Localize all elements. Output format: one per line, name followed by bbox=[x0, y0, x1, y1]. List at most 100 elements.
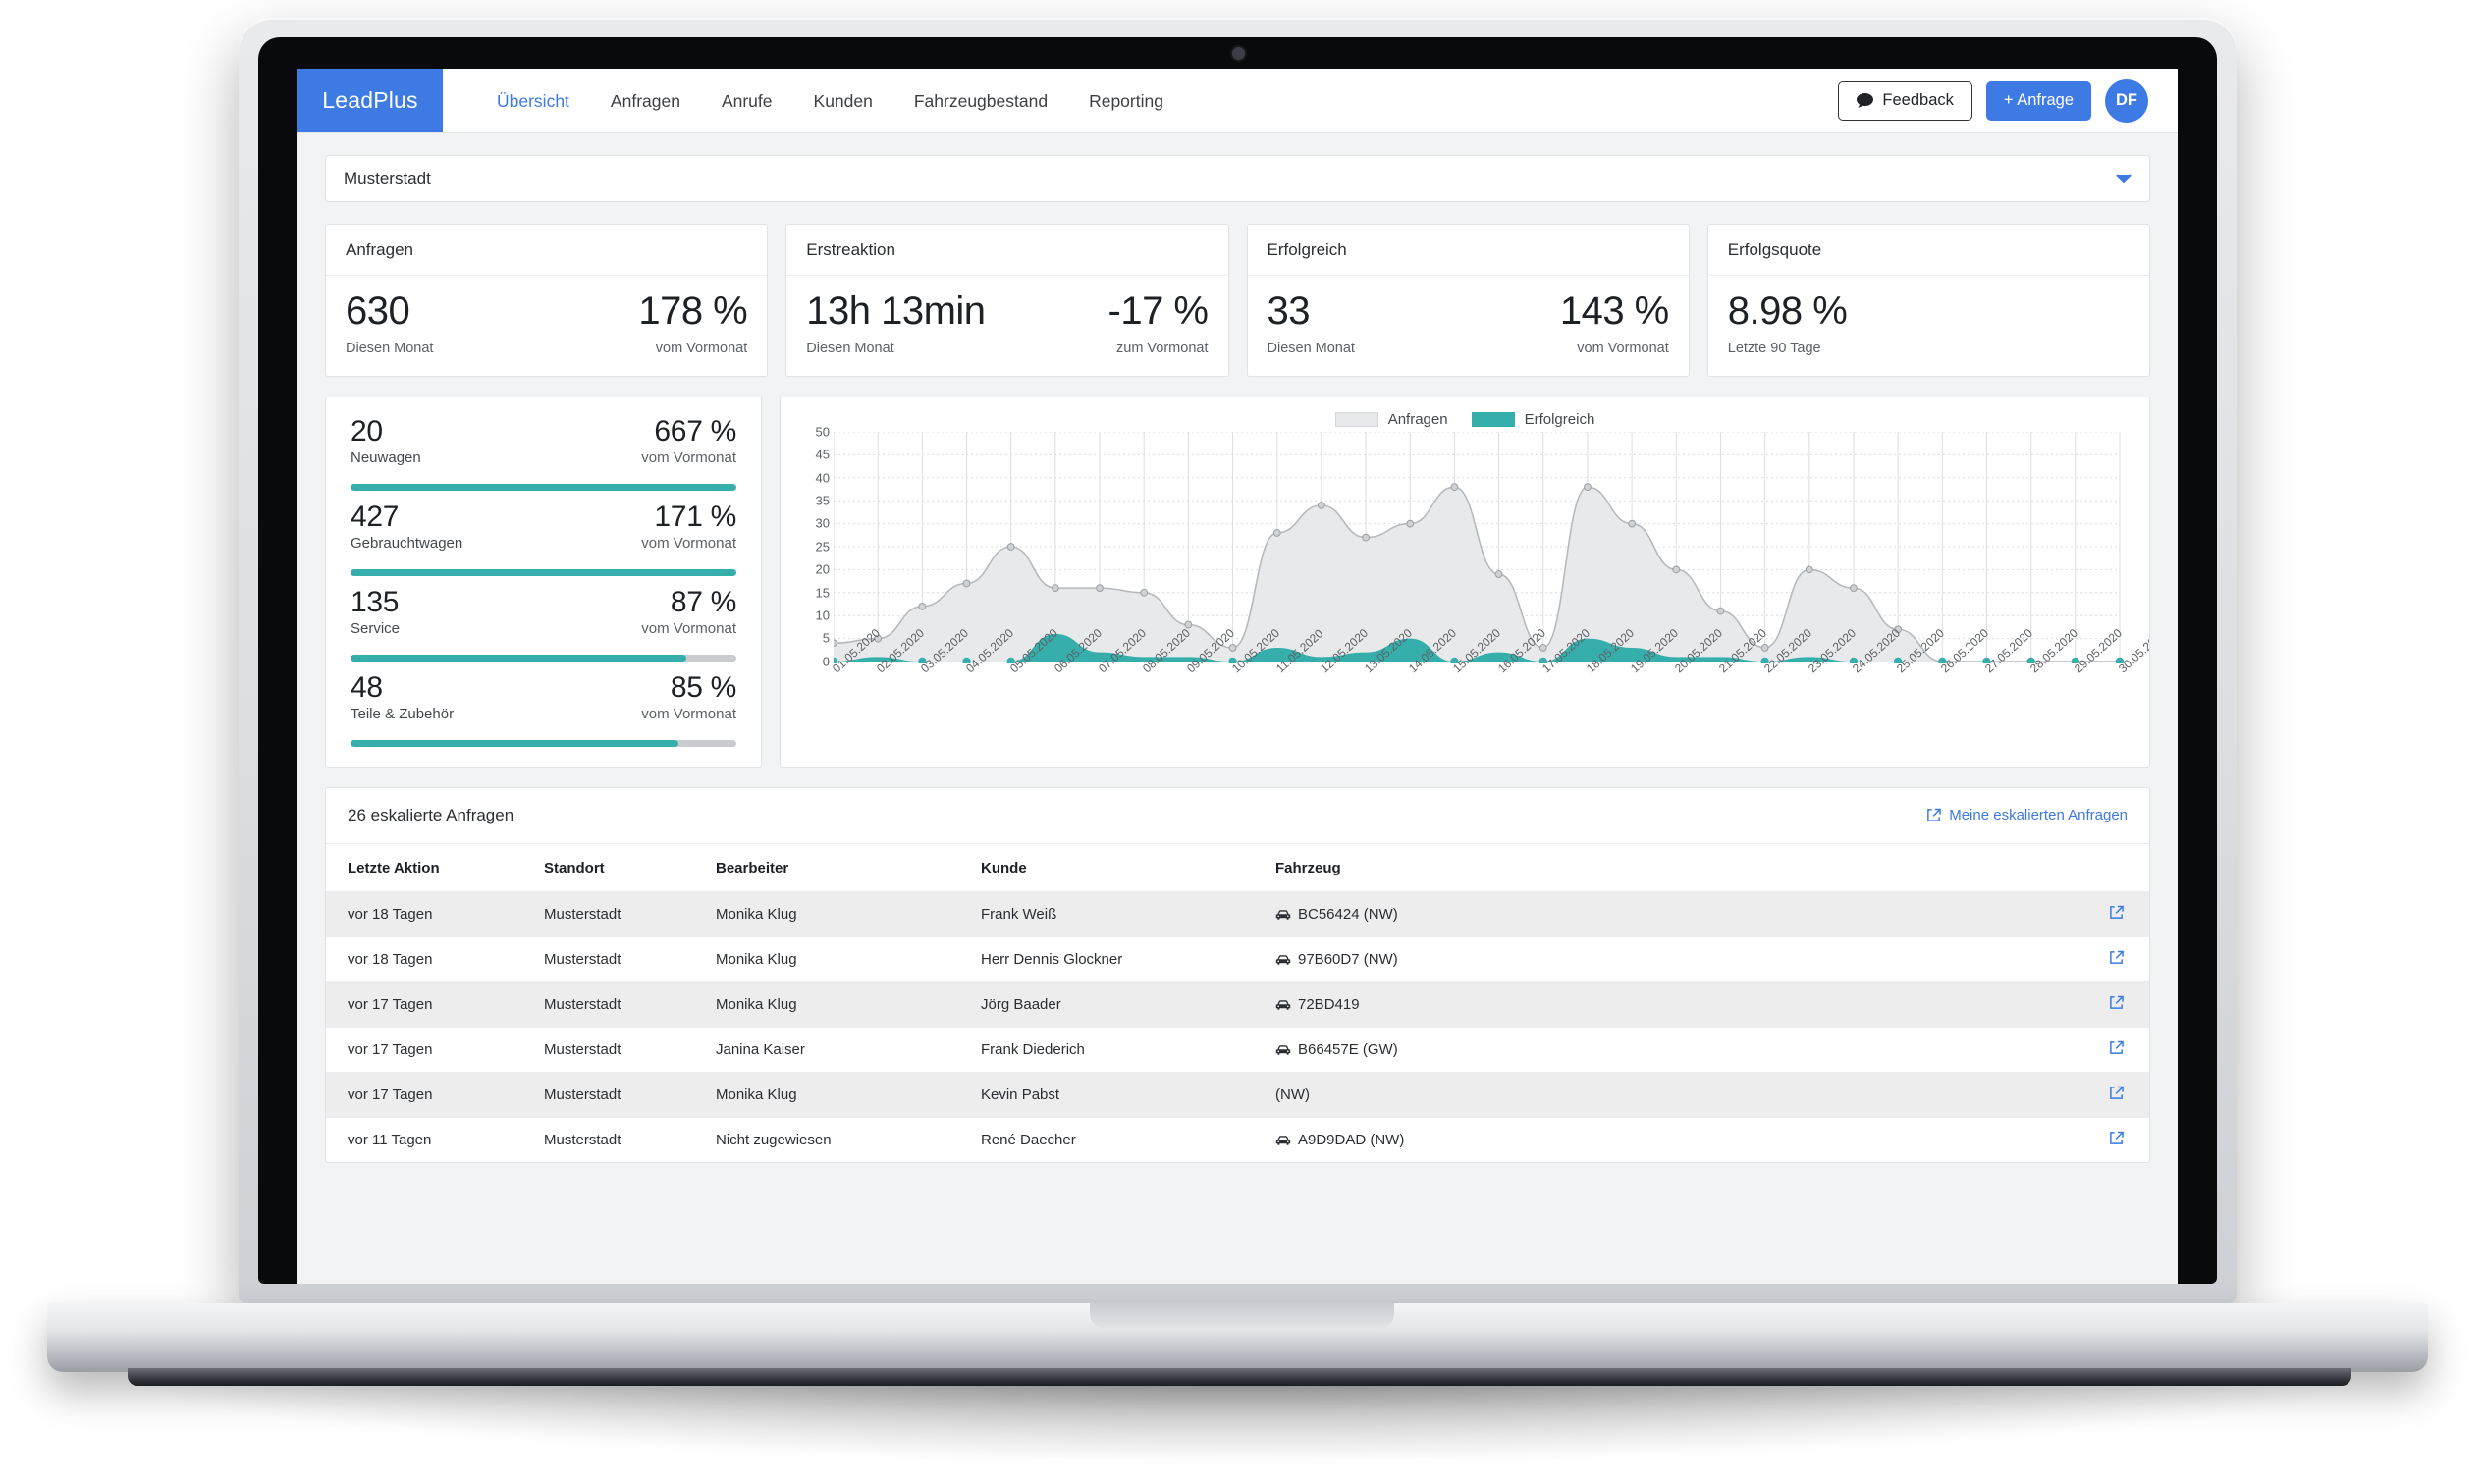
external-link-icon[interactable] bbox=[2109, 952, 2124, 969]
segment-label: Teile & Zubehör bbox=[351, 706, 454, 722]
cell-open-action[interactable] bbox=[1900, 1027, 2149, 1072]
segment-percent-sub: vom Vormonat bbox=[641, 620, 736, 637]
cell-bearbeiter: Monika Klug bbox=[694, 891, 959, 936]
middle-row: 20 667 % Neuwagen vom Vormonat bbox=[325, 397, 2150, 768]
car-icon bbox=[1275, 1041, 1291, 1058]
legend-item-erfolgreich[interactable]: Erfolgreich bbox=[1472, 411, 1595, 428]
kpi-primary: 630 Diesen Monat bbox=[346, 290, 433, 356]
kpi-value-sub: Diesen Monat bbox=[806, 341, 985, 356]
table-row[interactable]: vor 17 TagenMusterstadtMonika KlugKevin … bbox=[326, 1072, 2149, 1117]
car-icon bbox=[1275, 951, 1291, 968]
column-header-standort: Standort bbox=[522, 844, 694, 892]
kpi-card-erfolgsquote: Erfolgsquote 8.98 % Letzte 90 Tage bbox=[1707, 224, 2150, 377]
segment-breakdown-card: 20 667 % Neuwagen vom Vormonat bbox=[325, 397, 762, 768]
dashboard-app: LeadPlus Übersicht Anfragen Anrufe Kunde… bbox=[297, 69, 2178, 1284]
cell-open-action[interactable] bbox=[1900, 1072, 2149, 1117]
requests-area-chart-card: Anfragen Erfolgreich 0510152025303540455… bbox=[780, 397, 2150, 768]
cell-standort: Musterstadt bbox=[522, 1072, 694, 1117]
escalated-title: 26 eskalierte Anfragen bbox=[348, 806, 513, 825]
segment-progress-bar bbox=[351, 655, 736, 662]
kpi-delta: -17 % bbox=[1108, 290, 1209, 334]
column-header-fahrzeug: Fahrzeug bbox=[1254, 844, 1900, 892]
table-row[interactable]: vor 11 TagenMusterstadtNicht zugewiesenR… bbox=[326, 1117, 2149, 1162]
table-row[interactable]: vor 18 TagenMusterstadtMonika KlugFrank … bbox=[326, 891, 2149, 936]
cell-fahrzeug: A9D9DAD (NW) bbox=[1254, 1117, 1900, 1162]
table-row[interactable]: vor 18 TagenMusterstadtMonika KlugHerr D… bbox=[326, 936, 2149, 981]
feedback-button[interactable]: Feedback bbox=[1838, 81, 1971, 121]
column-header-action bbox=[1900, 844, 2149, 892]
cell-bearbeiter: Janina Kaiser bbox=[694, 1027, 959, 1072]
cell-letzte-aktion: vor 18 Tagen bbox=[326, 936, 522, 981]
nav-item-anrufe[interactable]: Anrufe bbox=[701, 69, 793, 133]
nav-item-kunden[interactable]: Kunden bbox=[793, 69, 893, 133]
external-link-icon bbox=[1926, 808, 1941, 822]
laptop-mockup: LeadPlus Übersicht Anfragen Anrufe Kunde… bbox=[0, 0, 2483, 1484]
kpi-delta-group: 143 % vom Vormonat bbox=[1560, 290, 1669, 356]
cell-open-action[interactable] bbox=[1900, 891, 2149, 936]
segment-values: 135 87 % bbox=[351, 586, 736, 619]
table-row[interactable]: vor 17 TagenMusterstadtMonika KlugJörg B… bbox=[326, 981, 2149, 1027]
app-logo[interactable]: LeadPlus bbox=[297, 69, 443, 132]
kpi-row: Anfragen 630 Diesen Monat 178 % vom Vorm… bbox=[325, 224, 2150, 377]
segment-progress-bar bbox=[351, 484, 736, 491]
kpi-delta-sub: zum Vormonat bbox=[1116, 341, 1209, 356]
cell-kunde: Jörg Baader bbox=[959, 981, 1254, 1027]
external-link-icon[interactable] bbox=[2109, 1042, 2124, 1059]
y-axis-tick-label: 10 bbox=[816, 608, 830, 622]
location-select-value: Musterstadt bbox=[344, 169, 431, 188]
kpi-value: 13h 13min bbox=[806, 290, 985, 334]
column-header-letzte-aktion: Letzte Aktion bbox=[326, 844, 522, 892]
kpi-card-erfolgreich: Erfolgreich 33 Diesen Monat 143 % vom Vo… bbox=[1247, 224, 1690, 377]
segment-values: 427 171 % bbox=[351, 501, 736, 534]
cell-bearbeiter: Nicht zugewiesen bbox=[694, 1117, 959, 1162]
kpi-body: 8.98 % Letzte 90 Tage bbox=[1708, 276, 2149, 376]
speech-bubble-icon bbox=[1857, 93, 1873, 108]
nav-item-fahrzeugbestand[interactable]: Fahrzeugbestand bbox=[893, 69, 1068, 133]
kpi-value: 8.98 % bbox=[1728, 290, 1848, 334]
external-link-icon[interactable] bbox=[2109, 1133, 2124, 1149]
segment-label: Neuwagen bbox=[351, 450, 421, 466]
table-row[interactable]: vor 17 TagenMusterstadtJanina KaiserFran… bbox=[326, 1027, 2149, 1072]
new-request-button[interactable]: + Anfrage bbox=[1986, 81, 2091, 121]
legend-label: Erfolgreich bbox=[1525, 411, 1595, 428]
cell-kunde: Frank Diederich bbox=[959, 1027, 1254, 1072]
nav-item-uebersicht[interactable]: Übersicht bbox=[476, 69, 590, 133]
external-link-icon[interactable] bbox=[2109, 907, 2124, 924]
kpi-card-erstreaktion: Erstreaktion 13h 13min Diesen Monat -17 … bbox=[785, 224, 1228, 377]
kpi-value: 33 bbox=[1268, 290, 1355, 334]
kpi-body: 13h 13min Diesen Monat -17 % zum Vormona… bbox=[786, 276, 1227, 376]
chart-legend: Anfragen Erfolgreich bbox=[781, 398, 2149, 428]
avatar[interactable]: DF bbox=[2105, 80, 2148, 123]
nav-item-anfragen[interactable]: Anfragen bbox=[590, 69, 701, 133]
table-header-row: Letzte Aktion Standort Bearbeiter Kunde … bbox=[326, 844, 2149, 892]
laptop-screen: LeadPlus Übersicht Anfragen Anrufe Kunde… bbox=[297, 69, 2178, 1284]
cell-standort: Musterstadt bbox=[522, 936, 694, 981]
external-link-icon[interactable] bbox=[2109, 997, 2124, 1014]
y-axis-tick-label: 30 bbox=[816, 516, 830, 531]
legend-item-anfragen[interactable]: Anfragen bbox=[1335, 411, 1448, 428]
segment-row-service: 135 87 % Service vom Vormonat bbox=[351, 586, 736, 662]
location-select[interactable]: Musterstadt bbox=[325, 155, 2150, 202]
cell-letzte-aktion: vor 17 Tagen bbox=[326, 1027, 522, 1072]
cell-open-action[interactable] bbox=[1900, 981, 2149, 1027]
y-axis-tick-label: 50 bbox=[816, 424, 830, 439]
nav-item-reporting[interactable]: Reporting bbox=[1068, 69, 1184, 133]
cell-fahrzeug: B66457E (GW) bbox=[1254, 1027, 1900, 1072]
segment-labels: Teile & Zubehör vom Vormonat bbox=[351, 706, 736, 722]
kpi-body: 33 Diesen Monat 143 % vom Vormonat bbox=[1248, 276, 1689, 376]
table-body: vor 18 TagenMusterstadtMonika KlugFrank … bbox=[326, 891, 2149, 1162]
kpi-value: 630 bbox=[346, 290, 433, 334]
segment-values: 48 85 % bbox=[351, 671, 736, 705]
segment-progress-fill bbox=[351, 740, 678, 747]
kpi-primary: 13h 13min Diesen Monat bbox=[806, 290, 985, 356]
external-link-icon[interactable] bbox=[2109, 1087, 2124, 1104]
segment-progress-fill bbox=[351, 569, 736, 576]
car-icon bbox=[1275, 906, 1291, 923]
cell-open-action[interactable] bbox=[1900, 936, 2149, 981]
cell-open-action[interactable] bbox=[1900, 1117, 2149, 1162]
kpi-card-anfragen: Anfragen 630 Diesen Monat 178 % vom Vorm… bbox=[325, 224, 768, 377]
segment-percent: 171 % bbox=[654, 501, 736, 534]
kpi-primary: 33 Diesen Monat bbox=[1268, 290, 1355, 356]
dashboard-content: Musterstadt Anfragen 630 Diesen Monat bbox=[297, 133, 2178, 1163]
my-escalated-requests-link[interactable]: Meine eskalierten Anfragen bbox=[1926, 807, 2128, 823]
